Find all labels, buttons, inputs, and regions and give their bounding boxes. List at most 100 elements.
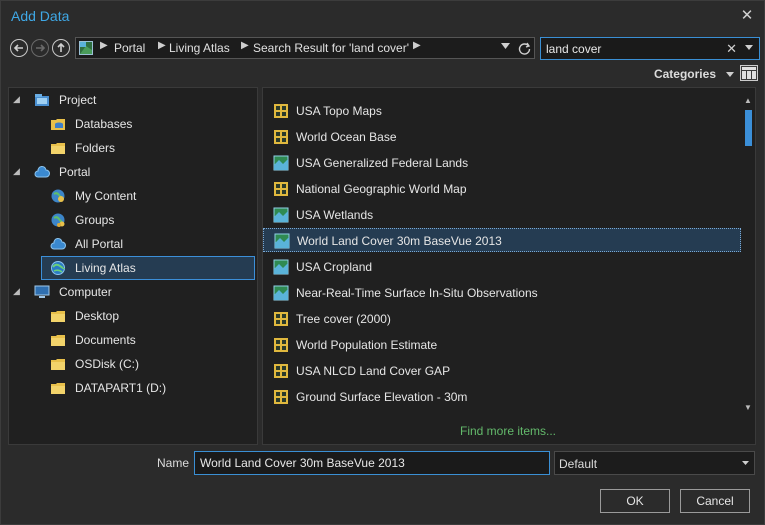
item-label: USA NLCD Land Cover GAP (296, 364, 451, 378)
item-label: World Population Estimate (296, 338, 438, 352)
type-dropdown-value: Default (559, 457, 598, 471)
search-input[interactable] (546, 41, 716, 56)
tree-item-label: Project (59, 93, 97, 107)
title-bar: Add Data ✕ (1, 1, 764, 31)
cancel-button[interactable]: Cancel (680, 489, 750, 513)
categories-dropdown[interactable]: Categories (654, 67, 716, 81)
tile-layer-icon (274, 104, 288, 118)
list-item-selected[interactable]: World Land Cover 30m BaseVue 2013 (263, 228, 741, 252)
tree-item-my-content[interactable]: My Content (9, 185, 257, 207)
chevron-down-icon[interactable] (726, 72, 734, 77)
tree-item-portal[interactable]: ◢ Portal (9, 161, 257, 183)
tree-item-groups[interactable]: Groups (9, 209, 257, 231)
list-item[interactable]: USA Wetlands (263, 203, 741, 227)
tree-item-label: Documents (75, 333, 136, 347)
arrow-left-icon (13, 44, 23, 52)
item-label: World Land Cover 30m BaseVue 2013 (297, 234, 502, 248)
find-more-link[interactable]: Find more items... (263, 424, 753, 438)
up-button[interactable] (52, 39, 70, 57)
tree-item-label: Computer (59, 285, 112, 299)
list-item[interactable]: National Geographic World Map (263, 177, 741, 201)
tree-item-label: Groups (75, 213, 115, 227)
tree-item-desktop[interactable]: Desktop (9, 305, 257, 327)
scroll-up-icon[interactable]: ▲ (744, 96, 752, 105)
map-layer-icon (273, 285, 289, 301)
scrollbar-thumb[interactable] (745, 110, 752, 146)
item-label: USA Wetlands (296, 208, 374, 222)
item-label: USA Cropland (296, 260, 373, 274)
tree-item-label: Portal (59, 165, 91, 179)
tree-item-all-portal[interactable]: All Portal (9, 233, 257, 255)
tile-layer-icon (274, 390, 288, 404)
folder-icon (51, 359, 65, 370)
list-item[interactable]: Tree cover (2000) (263, 307, 741, 331)
project-icon (35, 94, 49, 106)
folder-icon (51, 335, 65, 346)
name-input[interactable] (194, 451, 550, 475)
tree-item-documents[interactable]: Documents (9, 329, 257, 351)
chevron-right-icon: ▶ (100, 40, 108, 51)
view-toggle-button[interactable] (740, 65, 758, 81)
chevron-down-icon[interactable] (501, 43, 510, 49)
expand-icon[interactable]: ◢ (13, 286, 20, 297)
details-view-icon (742, 67, 756, 79)
name-label: Name (157, 456, 190, 470)
breadcrumb-search-result[interactable]: Search Result for 'land cover' (253, 41, 409, 55)
list-item[interactable]: USA NLCD Land Cover GAP (263, 359, 741, 383)
list-item[interactable]: Ground Surface Elevation - 30m (263, 385, 741, 409)
cloud-small-icon (50, 238, 66, 250)
arrow-right-icon (36, 44, 46, 52)
tile-layer-icon (274, 130, 288, 144)
list-item[interactable]: World Population Estimate (263, 333, 741, 357)
tree-item-databases[interactable]: Databases (9, 113, 257, 135)
tree-item-living-atlas[interactable]: Living Atlas (9, 256, 257, 280)
expand-icon[interactable]: ◢ (13, 94, 20, 105)
tree-item-label: Living Atlas (75, 261, 136, 275)
forward-button[interactable] (31, 39, 49, 57)
breadcrumb-living-atlas[interactable]: Living Atlas (169, 41, 230, 55)
tree-item-project[interactable]: ◢ Project (9, 89, 257, 111)
type-dropdown[interactable]: Default (554, 451, 755, 475)
tree-item-datapart1[interactable]: DATAPART1 (D:) (9, 377, 257, 399)
list-item[interactable]: USA Cropland (263, 255, 741, 279)
list-item[interactable]: USA Generalized Federal Lands (263, 151, 741, 175)
chevron-down-icon[interactable] (745, 45, 753, 50)
list-item[interactable]: Near-Real-Time Surface In-Situ Observati… (263, 281, 741, 305)
refresh-button[interactable] (515, 37, 535, 59)
tree-item-osdisk[interactable]: OSDisk (C:) (9, 353, 257, 375)
breadcrumb-portal[interactable]: Portal (114, 41, 145, 55)
close-icon[interactable]: ✕ (738, 7, 756, 25)
item-label: World Ocean Base (296, 130, 397, 144)
item-label: USA Topo Maps (296, 104, 382, 118)
cloud-icon (34, 166, 50, 178)
chevron-right-icon: ▶ (241, 40, 249, 51)
list-item[interactable]: World Ocean Base (263, 125, 741, 149)
computer-icon (34, 285, 50, 298)
list-item[interactable]: USA Topo Maps (263, 99, 741, 123)
scroll-down-icon[interactable]: ▼ (744, 403, 752, 412)
dialog-title: Add Data (11, 8, 70, 24)
user-globe-icon (51, 189, 65, 203)
item-label: USA Generalized Federal Lands (296, 156, 469, 170)
tree-item-label: Desktop (75, 309, 120, 323)
breadcrumb[interactable]: ▶ Portal ▶ Living Atlas ▶ Search Result … (75, 37, 516, 59)
map-layer-icon (273, 207, 289, 223)
chevron-down-icon (742, 461, 749, 465)
living-atlas-icon (51, 261, 65, 275)
tree-item-computer[interactable]: ◢ Computer (9, 281, 257, 303)
back-button[interactable] (10, 39, 28, 57)
tree-item-label: Databases (75, 117, 133, 131)
selection-highlight (41, 256, 255, 280)
tree-item-folders[interactable]: Folders (9, 137, 257, 159)
clear-search-icon[interactable]: ✕ (726, 41, 737, 57)
expand-icon[interactable]: ◢ (13, 166, 20, 177)
results-scrollbar[interactable]: ▲ ▼ (743, 96, 753, 412)
database-folder-icon (51, 119, 65, 130)
map-layer-icon (273, 259, 289, 275)
ok-button[interactable]: OK (600, 489, 670, 513)
view-toolbar: Categories (1, 63, 764, 85)
chevron-right-icon: ▶ (413, 40, 421, 51)
tree-item-label: Folders (75, 141, 116, 155)
arrow-up-icon (57, 42, 65, 52)
tile-layer-icon (274, 182, 288, 196)
